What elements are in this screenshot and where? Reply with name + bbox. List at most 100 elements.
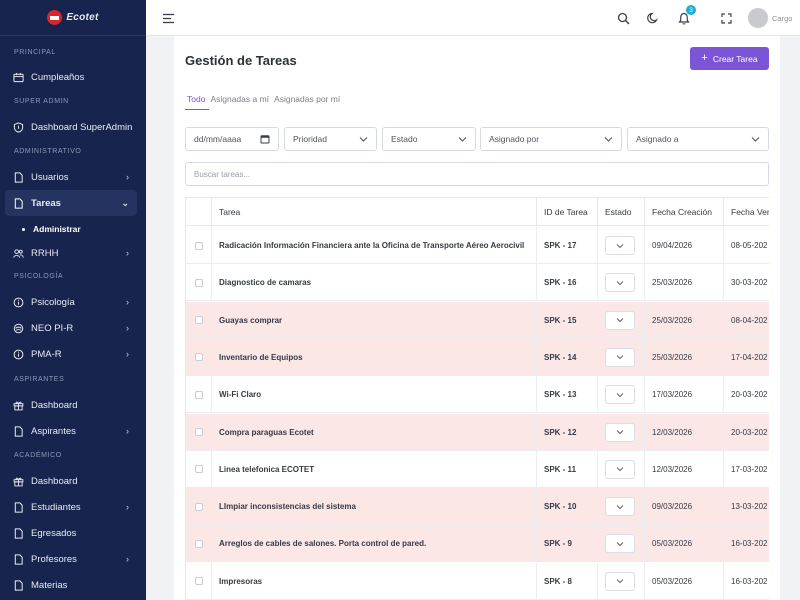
tab-todo[interactable]: Todo (187, 94, 205, 104)
sidebar-item-psicologia[interactable]: Psicología › (5, 289, 137, 315)
file-icon (13, 501, 24, 513)
task-due-date: 16-03-202 (723, 525, 769, 563)
create-task-button[interactable]: + Crear Tarea (690, 47, 769, 70)
gift-icon (13, 400, 24, 411)
row-checkbox-cell (186, 488, 211, 525)
sidebar-item-dashboard-academico[interactable]: Dashboard (5, 468, 137, 494)
sidebar-item-cumpleanos[interactable]: Cumpleaños (5, 64, 137, 90)
sidebar-item-pma-r[interactable]: PMA-R › (5, 341, 137, 367)
row-checkbox[interactable] (195, 316, 203, 325)
assigned-to-filter[interactable]: Asignado a (627, 127, 769, 151)
calendar-icon (13, 72, 24, 83)
tab-asignadas-por-mi[interactable]: Asignadas por mí (274, 94, 340, 104)
avatar[interactable] (748, 8, 768, 28)
task-name[interactable]: Diagnostico de camaras (211, 264, 537, 302)
task-due-date: 08-05-202 (723, 227, 769, 264)
sidebar-item-tareas[interactable]: Tareas ⌄ (5, 190, 137, 216)
row-checkbox[interactable] (195, 502, 203, 511)
sidebar-item-label: Usuarios (31, 171, 69, 183)
search-icon[interactable] (615, 10, 631, 26)
task-status-select[interactable] (605, 534, 635, 554)
row-checkbox[interactable] (195, 465, 203, 474)
task-status-select[interactable] (605, 385, 635, 405)
column-header-fecha-creacion[interactable]: Fecha Creación (644, 198, 723, 226)
table-row[interactable]: Compra paraguas Ecotet SPK - 12 12/03/2026… (186, 413, 769, 451)
sidebar-item-profesores[interactable]: Profesores › (5, 546, 137, 572)
task-name[interactable]: Impresoras (211, 562, 537, 600)
row-checkbox[interactable] (195, 241, 203, 250)
table-row[interactable]: Wi-Fi Claro SPK - 13 17/03/2026 20-03-202 (186, 376, 769, 414)
table-row[interactable]: Arreglos de cables de salones. Porta con… (186, 525, 769, 563)
chevron-right-icon: › (126, 349, 129, 359)
column-header-id[interactable]: ID de Tarea (536, 198, 597, 226)
task-due-date: 20-03-202 (723, 376, 769, 414)
sidebar-item-dashboard-superadmin[interactable]: Dashboard SuperAdmin (5, 114, 137, 140)
file-icon (13, 425, 24, 437)
task-due-date: 20-03-202 (723, 413, 769, 451)
task-status-select[interactable] (605, 422, 635, 442)
sidebar-item-egresados[interactable]: Egresados (5, 520, 137, 546)
user-role[interactable]: Cargo (772, 14, 792, 23)
row-checkbox[interactable] (195, 353, 203, 362)
task-status-select[interactable] (605, 236, 635, 255)
row-checkbox[interactable] (195, 390, 203, 399)
row-checkbox[interactable] (195, 428, 203, 436)
tab-asignadas-a-mi[interactable]: Asignadas a mí (210, 94, 269, 104)
task-name[interactable]: Radicación Información Financiera ante l… (211, 227, 537, 264)
sidebar-item-aspirantes[interactable]: Aspirantes › (5, 418, 137, 444)
table-row[interactable]: Impresoras SPK - 8 05/03/2026 16-03-202 (186, 562, 769, 600)
sidebar-item-label: Tareas (31, 197, 61, 209)
task-status-cell (597, 338, 644, 376)
sidebar-item-rrhh[interactable]: RRHH › (5, 240, 137, 266)
column-header-estado[interactable]: Estado (597, 198, 644, 226)
sidebar-subitem-administrar[interactable]: Administrar (22, 224, 81, 234)
gift-icon (13, 476, 24, 487)
task-status-select[interactable] (605, 310, 635, 330)
column-header-fecha-vencimiento[interactable]: Fecha Ven (723, 198, 769, 226)
date-filter[interactable]: dd/mm/aaaa (185, 127, 279, 151)
section-principal: PRINCIPAL (14, 49, 56, 56)
fullscreen-icon[interactable] (718, 10, 734, 26)
task-created-date: 25/03/2026 (644, 264, 723, 302)
task-created-date: 25/03/2026 (644, 338, 723, 376)
row-checkbox[interactable] (195, 278, 203, 287)
task-status-select[interactable] (605, 571, 635, 591)
priority-filter[interactable]: Prioridad (284, 127, 377, 151)
task-name[interactable]: Compra paraguas Ecotet (211, 413, 537, 451)
sidebar-item-label: NEO PI-R (31, 322, 74, 334)
task-name[interactable]: Arreglos de cables de salones. Porta con… (211, 525, 537, 563)
task-name[interactable]: Linea telefonica ECOTET (211, 450, 537, 488)
table-row[interactable]: Radicación Información Financiera ante l… (186, 227, 769, 264)
sidebar-item-neo-pi-r[interactable]: NEO PI-R › (5, 315, 137, 341)
task-status-select[interactable] (605, 347, 635, 367)
task-name[interactable]: LImpiar inconsistencias del sistema (211, 488, 537, 526)
table-row[interactable]: LImpiar inconsistencias del sistema SPK -… (186, 488, 769, 526)
task-name[interactable]: Guayas comprar (211, 301, 537, 339)
table-row[interactable]: Guayas comprar SPK - 15 25/03/2026 08-04-20… (186, 301, 769, 339)
sidebar-item-dashboard-aspirantes[interactable]: Dashboard (5, 392, 137, 418)
row-checkbox[interactable] (195, 577, 203, 586)
task-status-select[interactable] (605, 273, 635, 293)
sidebar-item-materias[interactable]: Materias (5, 572, 137, 598)
task-status-select[interactable] (605, 497, 635, 517)
table-row[interactable]: Diagnostico de camaras SPK - 16 25/03/2026… (186, 264, 769, 302)
sidebar-item-label: Aspirantes (31, 425, 76, 437)
task-status-select[interactable] (605, 459, 635, 479)
task-due-date: 16-03-202 (723, 562, 769, 600)
menu-toggle-icon[interactable] (160, 10, 176, 26)
assigned-by-filter[interactable]: Asignado por (480, 127, 622, 151)
sidebar-item-estudiantes[interactable]: Estudiantes › (5, 494, 137, 520)
row-checkbox[interactable] (195, 539, 203, 548)
calendar-icon[interactable] (260, 134, 270, 146)
sidebar-item-usuarios[interactable]: Usuarios › (5, 164, 137, 190)
column-header-tarea[interactable]: Tarea (211, 198, 537, 226)
table-row[interactable]: Inventario de Equipos SPK - 14 25/03/2026 1… (186, 338, 769, 376)
moon-icon[interactable] (645, 10, 661, 26)
status-filter[interactable]: Estado (382, 127, 476, 151)
search-input[interactable]: Buscar tareas... (185, 162, 769, 186)
task-name[interactable]: Inventario de Equipos (211, 338, 537, 376)
logo[interactable]: Ecotet (0, 0, 146, 36)
table-row[interactable]: Linea telefonica ECOTET SPK - 11 12/03/202… (186, 450, 769, 488)
notifications-bell-icon[interactable]: 3 (676, 5, 696, 26)
task-name[interactable]: Wi-Fi Claro (211, 376, 537, 414)
